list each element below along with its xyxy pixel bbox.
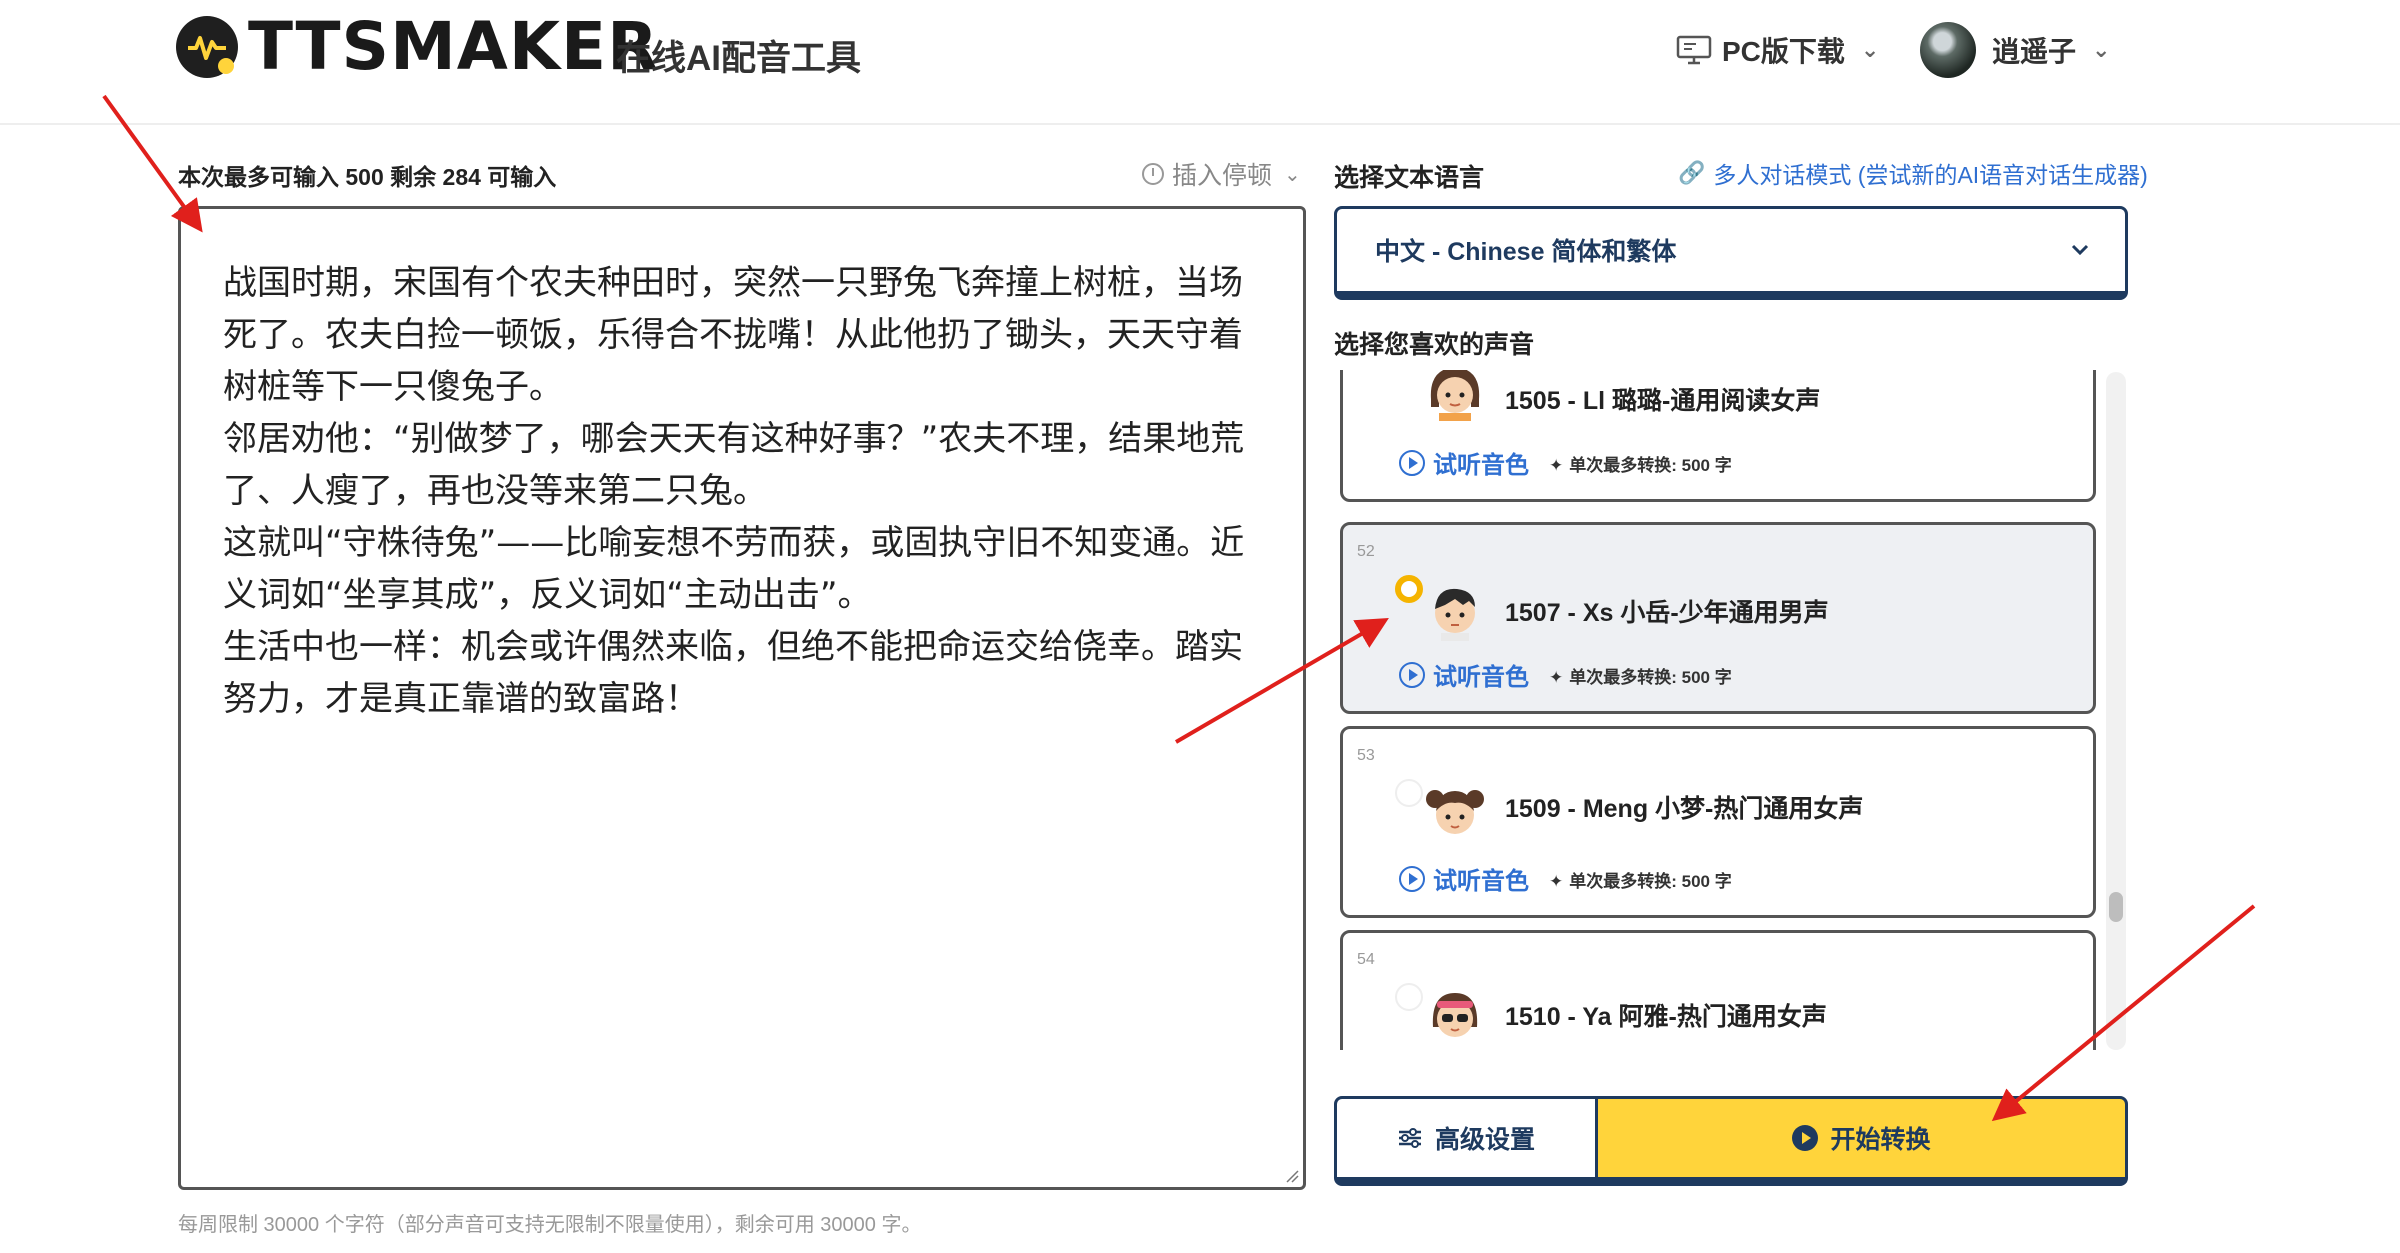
play-icon: [1399, 449, 1425, 476]
sparkle-icon: ✦: [1549, 668, 1564, 687]
multi-mode-label: 多人对话模式 (尝试新的AI语音对话生成器): [1713, 162, 2148, 188]
link-icon: 🔗: [1678, 160, 1706, 185]
voice-card[interactable]: 54 1510 - Ya 阿雅-热门通用女声: [1340, 930, 2096, 1050]
logo-icon: [176, 16, 238, 78]
advanced-settings-label: 高级设置: [1434, 1126, 1535, 1154]
preview-voice-button[interactable]: 试听音色: [1399, 861, 1529, 896]
insert-pause-button[interactable]: 插入停顿 ⌄: [1142, 156, 1301, 192]
voice-name: 1505 - Ll 璐璐-通用阅读女声: [1505, 387, 1821, 415]
voice-card[interactable]: 1505 - Ll 璐璐-通用阅读女声 试听音色 ✦ 单次最多转换: 500 字: [1340, 370, 2096, 502]
weekly-limit-note: 每周限制 30000 个字符（部分声音可支持无限制不限量使用），剩余可用 300…: [178, 1214, 922, 1236]
scrollbar-thumb[interactable]: [2109, 892, 2123, 922]
preview-label: 试听音色: [1433, 664, 1529, 691]
top-header: TTSMAKER 在线AI配音工具 PC版下载 ⌄ 逍遥子 ⌄: [0, 0, 2400, 125]
chevron-down-icon: ⌄: [2092, 37, 2111, 62]
play-icon: [1399, 865, 1425, 892]
voice-index: 52: [1357, 543, 1375, 560]
language-label: 选择文本语言: [1334, 164, 1485, 192]
voice-radio[interactable]: [1395, 983, 1423, 1011]
start-convert-button[interactable]: 开始转换: [1598, 1096, 2128, 1186]
voice-card[interactable]: 52 1507 - Xs 小岳-少年通用男声 试听音色 ✦ 单次最多转换: 500…: [1340, 522, 2096, 714]
start-convert-label: 开始转换: [1830, 1126, 1931, 1154]
voice-card[interactable]: 53 1509 - Meng 小梦-热门通用女声 试听音色 ✦ 单次最多转换: 5…: [1340, 726, 2096, 918]
sparkle-icon: ✦: [1549, 456, 1564, 475]
multi-mode-link[interactable]: 🔗 多人对话模式 (尝试新的AI语音对话生成器): [1678, 156, 2148, 190]
voice-index: 54: [1357, 951, 1375, 968]
preview-voice-button[interactable]: 试听音色: [1399, 657, 1529, 692]
clock-icon: [1142, 163, 1164, 185]
username: 逍遥子: [1992, 36, 2077, 67]
play-icon: [1792, 1125, 1819, 1151]
preview-label: 试听音色: [1433, 868, 1529, 895]
text-editor: 战国时期，宋国有个农夫种田时，突然一只野兔飞奔撞上树桩，当场死了。农夫白捡一顿饭…: [178, 206, 1306, 1190]
text-input[interactable]: 战国时期，宋国有个农夫种田时，突然一只野兔飞奔撞上树桩，当场死了。农夫白捡一顿饭…: [181, 209, 1303, 1187]
pc-download-label: PC版下载: [1722, 36, 1845, 67]
max-convert-text: 单次最多转换: 500 字: [1569, 456, 1732, 475]
language-select[interactable]: 中文 - Chinese 简体和繁体: [1334, 206, 2128, 300]
voice-radio[interactable]: [1395, 575, 1423, 603]
max-convert-note: ✦ 单次最多转换: 500 字: [1549, 867, 1732, 892]
voice-list: 1505 - Ll 璐璐-通用阅读女声 试听音色 ✦ 单次最多转换: 500 字 …: [1334, 370, 2128, 1050]
chevron-down-icon: [2071, 244, 2089, 256]
char-counter: 本次最多可输入 500 剩余 284 可输入: [178, 164, 557, 190]
pc-download-menu[interactable]: PC版下载 ⌄: [1676, 30, 1879, 70]
max-convert-text: 单次最多转换: 500 字: [1569, 668, 1732, 687]
sliders-icon: [1398, 1128, 1421, 1148]
site-subtitle: 在线AI配音工具: [616, 39, 862, 78]
logo[interactable]: TTSMAKER: [176, 14, 659, 80]
voice-name: 1509 - Meng 小梦-热门通用女声: [1505, 795, 1864, 823]
logo-text: TTSMAKER: [248, 8, 659, 85]
chevron-down-icon: ⌄: [1860, 37, 1880, 62]
chevron-down-icon: ⌄: [1284, 163, 1301, 186]
voice-list-scrollbar[interactable]: [2106, 372, 2126, 1050]
voice-avatar-icon: [1432, 993, 1478, 1037]
avatar: [1920, 22, 1976, 78]
voice-name: 1507 - Xs 小岳-少年通用男声: [1505, 599, 1829, 627]
language-selected-value: 中文 - Chinese 简体和繁体: [1375, 238, 1677, 266]
voice-name: 1510 - Ya 阿雅-热门通用女声: [1505, 1003, 1827, 1031]
preview-label: 试听音色: [1433, 452, 1529, 479]
voice-avatar-icon: [1430, 370, 1480, 421]
voice-avatar-icon: [1435, 588, 1475, 641]
advanced-settings-button[interactable]: 高级设置: [1334, 1096, 1598, 1186]
max-convert-text: 单次最多转换: 500 字: [1569, 872, 1732, 891]
resize-handle-icon[interactable]: [1283, 1167, 1299, 1183]
max-convert-note: ✦ 单次最多转换: 500 字: [1549, 451, 1732, 476]
max-convert-note: ✦ 单次最多转换: 500 字: [1549, 663, 1732, 688]
voice-avatar-icon: [1426, 790, 1484, 834]
voice-label: 选择您喜欢的声音: [1334, 331, 1535, 359]
sparkle-icon: ✦: [1549, 872, 1564, 891]
desktop-icon: [1676, 35, 1712, 65]
voice-index: 53: [1357, 747, 1375, 764]
insert-pause-label: 插入停顿: [1172, 162, 1273, 190]
preview-voice-button[interactable]: 试听音色: [1399, 445, 1529, 480]
play-icon: [1399, 661, 1425, 688]
voice-radio[interactable]: [1395, 779, 1423, 807]
user-menu[interactable]: 逍遥子 ⌄: [1920, 22, 2110, 78]
